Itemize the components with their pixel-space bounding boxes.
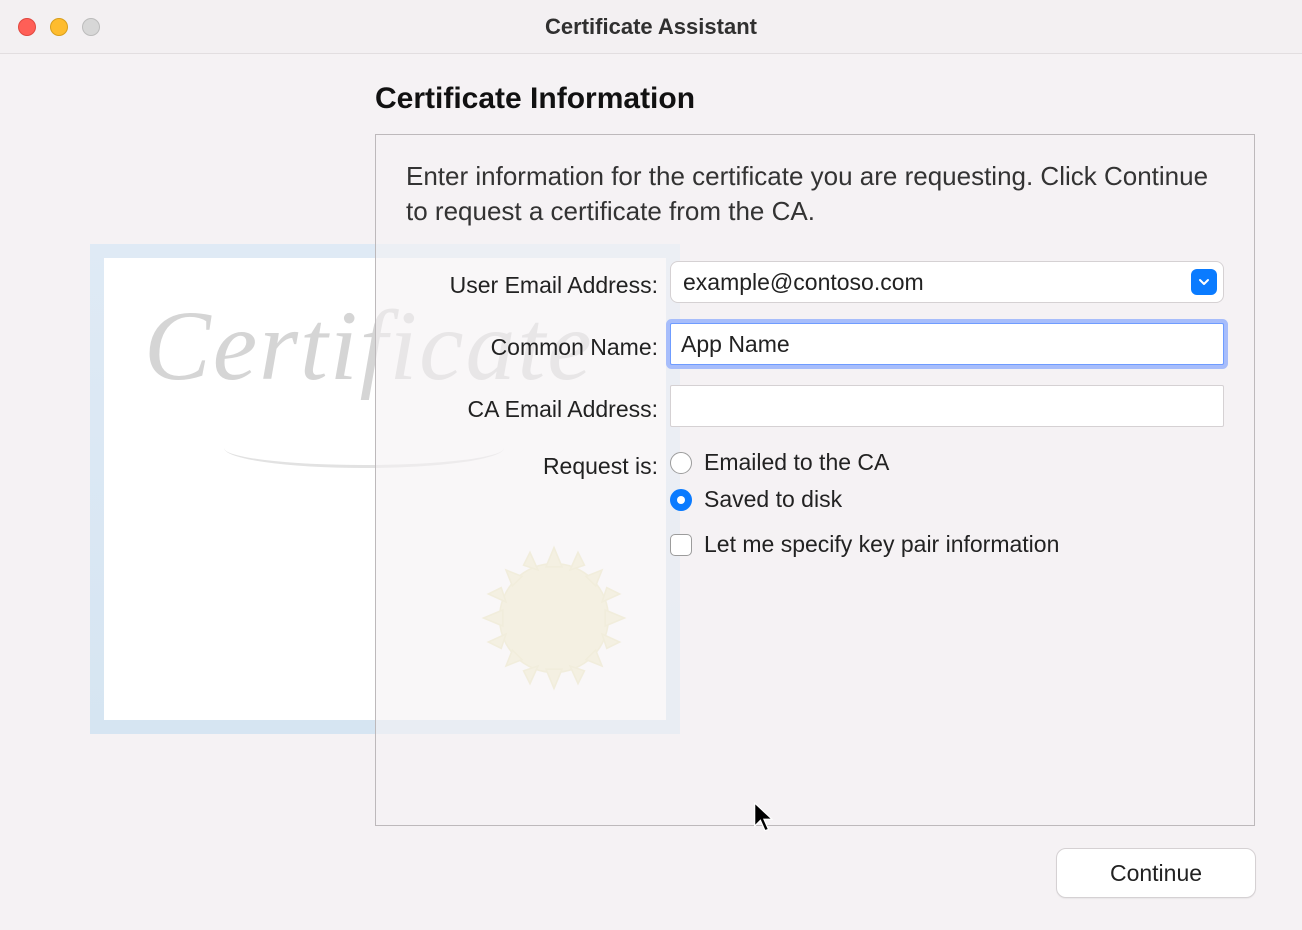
page-heading: Certificate Information <box>375 82 695 116</box>
request-is-label: Request is: <box>406 447 670 480</box>
window-title: Certificate Assistant <box>0 14 1302 40</box>
footer: Continue <box>1056 848 1256 898</box>
continue-button[interactable]: Continue <box>1056 848 1256 898</box>
request-is-radio-group: Emailed to the CA Saved to disk <box>670 447 1224 513</box>
request-saved-radio[interactable]: Saved to disk <box>670 486 1224 513</box>
ca-email-label: CA Email Address: <box>406 390 670 423</box>
user-email-value: example@contoso.com <box>683 269 924 296</box>
content-area: Certificate <box>0 54 1302 930</box>
request-emailed-radio[interactable]: Emailed to the CA <box>670 449 1224 476</box>
radio-checked-icon <box>670 489 692 511</box>
ca-email-input[interactable] <box>670 385 1224 427</box>
common-name-input[interactable] <box>670 323 1224 365</box>
specify-keypair-label: Let me specify key pair information <box>704 531 1059 558</box>
minimize-window-button[interactable] <box>50 18 68 36</box>
form-panel: Enter information for the certificate yo… <box>375 134 1255 826</box>
page-description: Enter information for the certificate yo… <box>406 159 1224 229</box>
chevron-down-icon[interactable] <box>1191 269 1217 295</box>
user-email-label: User Email Address: <box>406 266 670 299</box>
request-saved-label: Saved to disk <box>704 486 842 513</box>
request-emailed-label: Emailed to the CA <box>704 449 889 476</box>
titlebar: Certificate Assistant <box>0 0 1302 54</box>
radio-icon <box>670 452 692 474</box>
common-name-label: Common Name: <box>406 328 670 361</box>
specify-keypair-checkbox[interactable]: Let me specify key pair information <box>670 531 1224 558</box>
close-window-button[interactable] <box>18 18 36 36</box>
user-email-combo[interactable]: example@contoso.com <box>670 261 1224 303</box>
zoom-window-button[interactable] <box>82 18 100 36</box>
checkbox-icon <box>670 534 692 556</box>
window-controls <box>18 18 100 36</box>
